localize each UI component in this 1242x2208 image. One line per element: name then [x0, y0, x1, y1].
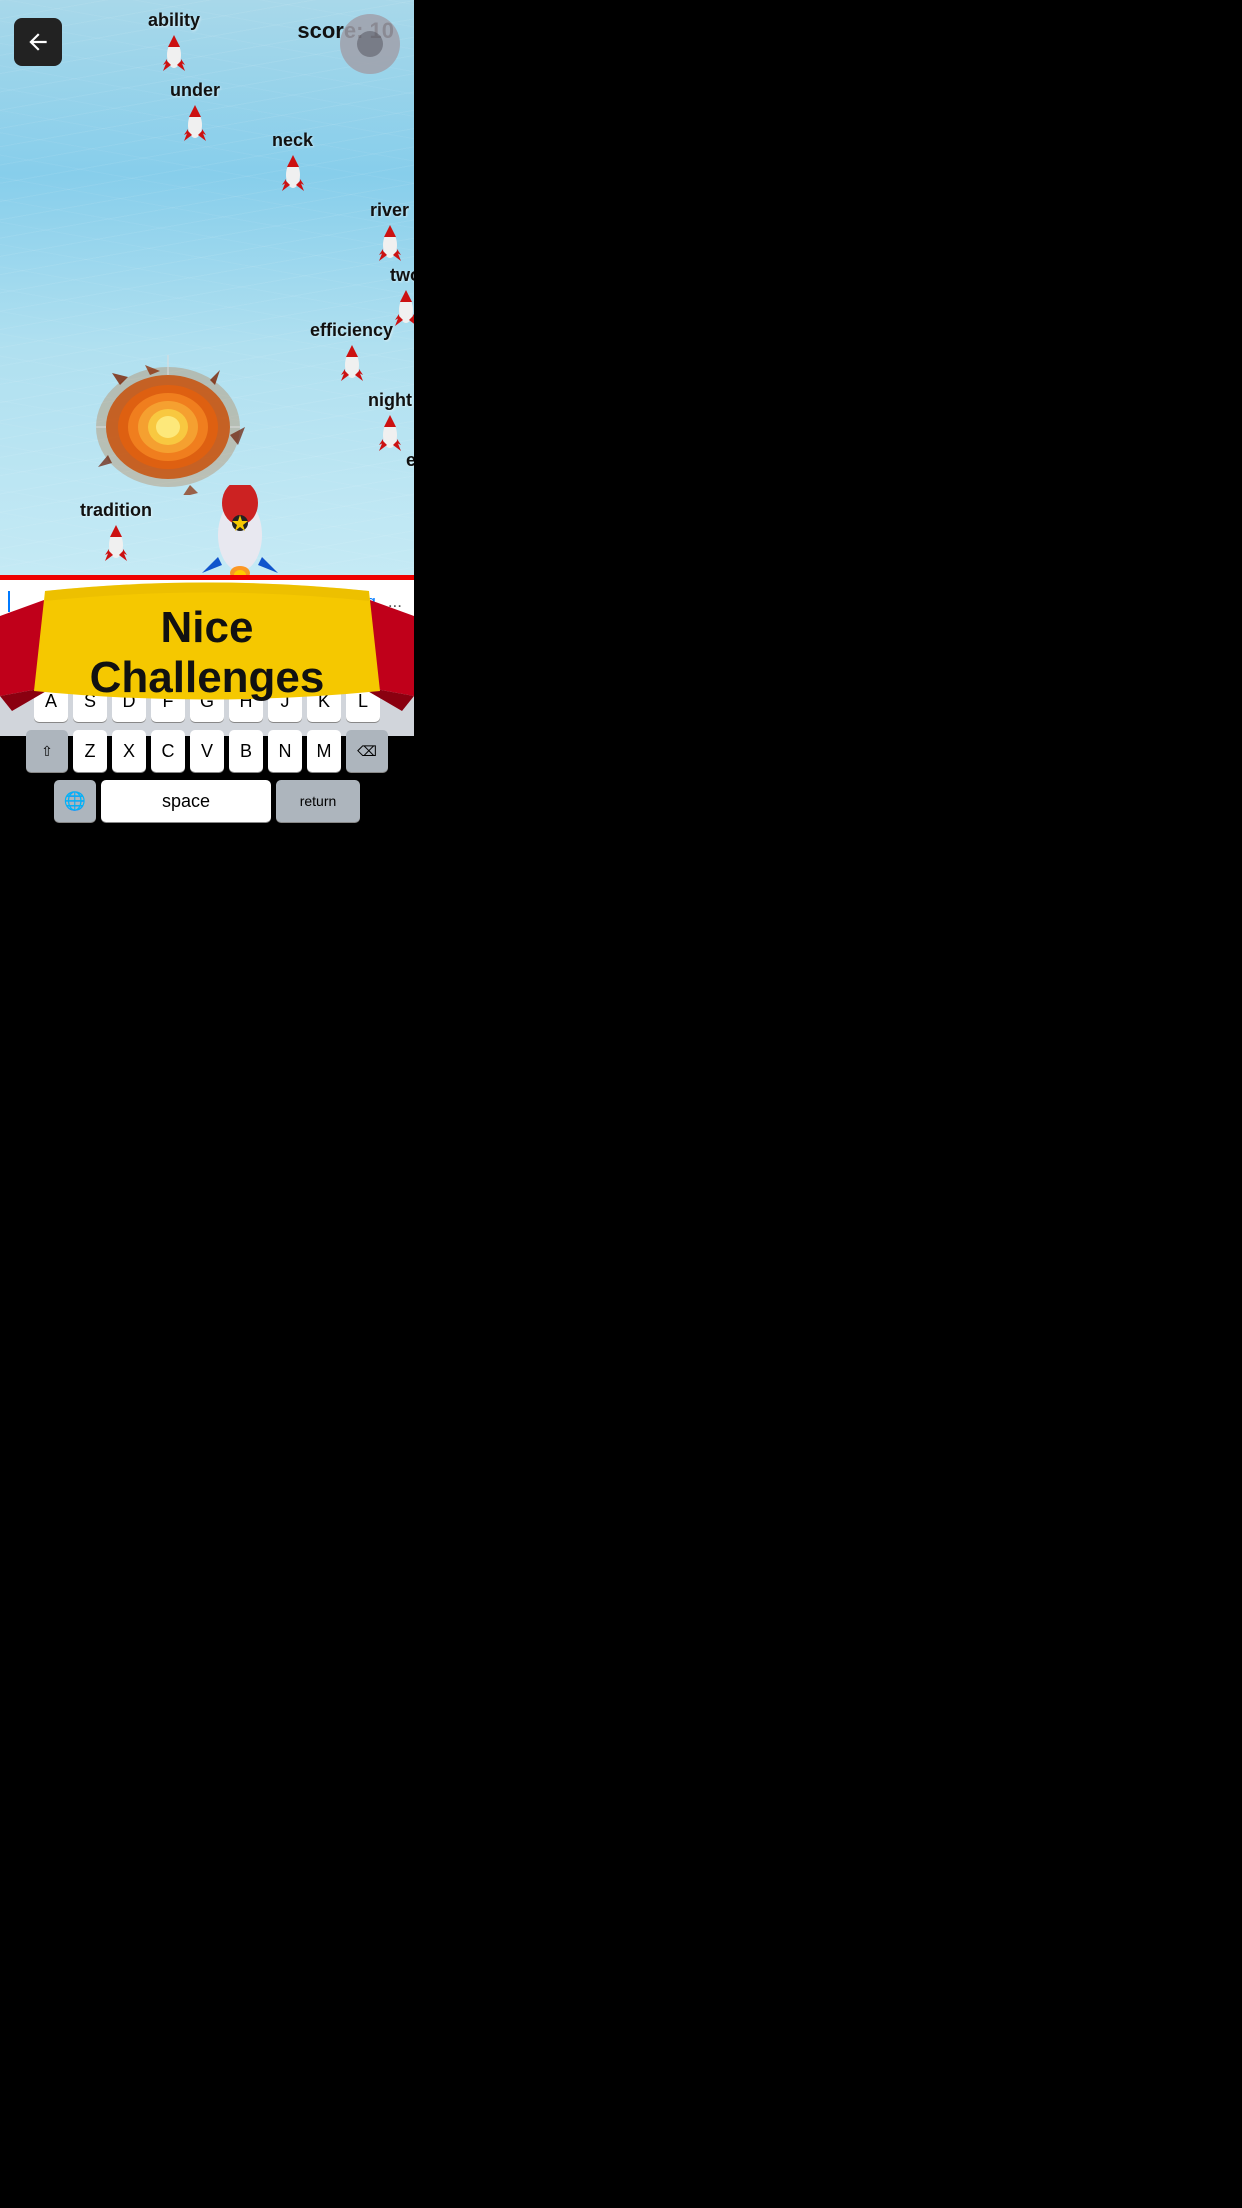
key-C[interactable]: C: [151, 730, 185, 772]
key-X[interactable]: X: [112, 730, 146, 772]
missile-icon-tradition: [105, 523, 127, 561]
missile-icon-ability: [163, 33, 185, 71]
word-missile-two: two: [390, 265, 414, 326]
missile-icon-neck: [282, 153, 304, 191]
key-K[interactable]: K: [307, 680, 341, 722]
key-space[interactable]: space: [101, 780, 271, 822]
word-missile-emotion: emotion: [406, 450, 414, 511]
word-input[interactable]: [8, 591, 328, 612]
word-label-river: river: [370, 200, 409, 221]
key-⌫[interactable]: ⌫: [346, 730, 388, 772]
danger-line: [0, 575, 414, 580]
word-label-emotion: emotion: [406, 450, 414, 471]
input-row: Xong ...: [0, 580, 414, 624]
key-E[interactable]: E: [93, 630, 127, 672]
key-Q[interactable]: Q: [15, 630, 49, 672]
dots-button[interactable]: ...: [384, 592, 406, 612]
word-label-efficiency: efficiency: [310, 320, 393, 341]
keyboard-row-1: ASDFGHJKL: [4, 680, 410, 722]
key-T[interactable]: T: [171, 630, 205, 672]
word-label-ability: ability: [148, 10, 200, 31]
key-emoji[interactable]: 🌐: [54, 780, 96, 822]
missile-icon-river: [379, 223, 401, 261]
keyboard-rows: QWERTYUIOP ASDFGHJKL ⇧ZXCVBNM⌫ 🌐spacereturn: [0, 624, 414, 824]
word-missile-efficiency: efficiency: [310, 320, 393, 381]
settings-button[interactable]: [340, 14, 400, 74]
key-O[interactable]: O: [327, 630, 361, 672]
key-return[interactable]: return: [276, 780, 360, 822]
key-U[interactable]: U: [249, 630, 283, 672]
word-missile-ability: ability: [148, 10, 200, 71]
word-missile-river: river: [370, 200, 409, 261]
key-G[interactable]: G: [190, 680, 224, 722]
word-label-under: under: [170, 80, 220, 101]
key-H[interactable]: H: [229, 680, 263, 722]
word-missile-under: under: [170, 80, 220, 141]
key-M[interactable]: M: [307, 730, 341, 772]
word-missile-neck: neck: [272, 130, 313, 191]
missile-icon-two: [395, 288, 415, 326]
key-V[interactable]: V: [190, 730, 224, 772]
key-B[interactable]: B: [229, 730, 263, 772]
keyboard-row-0: QWERTYUIOP: [4, 630, 410, 672]
key-⇧[interactable]: ⇧: [26, 730, 68, 772]
key-W[interactable]: W: [54, 630, 88, 672]
key-S[interactable]: S: [73, 680, 107, 722]
key-F[interactable]: F: [151, 680, 185, 722]
key-A[interactable]: A: [34, 680, 68, 722]
keyboard-space-row: 🌐spacereturn: [4, 780, 410, 822]
player-rocket: [200, 485, 280, 575]
game-area: score: 10 ability under neck: [0, 0, 414, 580]
word-label-night: night: [368, 390, 412, 411]
key-D[interactable]: D: [112, 680, 146, 722]
missile-icon-efficiency: [341, 343, 363, 381]
key-Z[interactable]: Z: [73, 730, 107, 772]
missile-icon-under: [184, 103, 206, 141]
explosion: [90, 355, 250, 495]
word-missile-night: night: [368, 390, 412, 451]
key-Y[interactable]: Y: [210, 630, 244, 672]
missile-icon-night: [379, 413, 401, 451]
xong-button[interactable]: Xong: [328, 592, 384, 612]
word-label-tradition: tradition: [80, 500, 152, 521]
key-N[interactable]: N: [268, 730, 302, 772]
word-label-neck: neck: [272, 130, 313, 151]
key-L[interactable]: L: [346, 680, 380, 722]
key-P[interactable]: P: [366, 630, 400, 672]
word-missile-tradition: tradition: [80, 500, 152, 561]
back-button[interactable]: [14, 18, 62, 66]
keyboard-area: Xong ... QWERTYUIOPASDFGHJKL⇧ZXCVBNM⌫🌐sp…: [0, 580, 414, 736]
key-J[interactable]: J: [268, 680, 302, 722]
key-R[interactable]: R: [132, 630, 166, 672]
keyboard-row-2: ⇧ZXCVBNM⌫: [4, 730, 410, 772]
word-label-two: two: [390, 265, 414, 286]
key-I[interactable]: I: [288, 630, 322, 672]
